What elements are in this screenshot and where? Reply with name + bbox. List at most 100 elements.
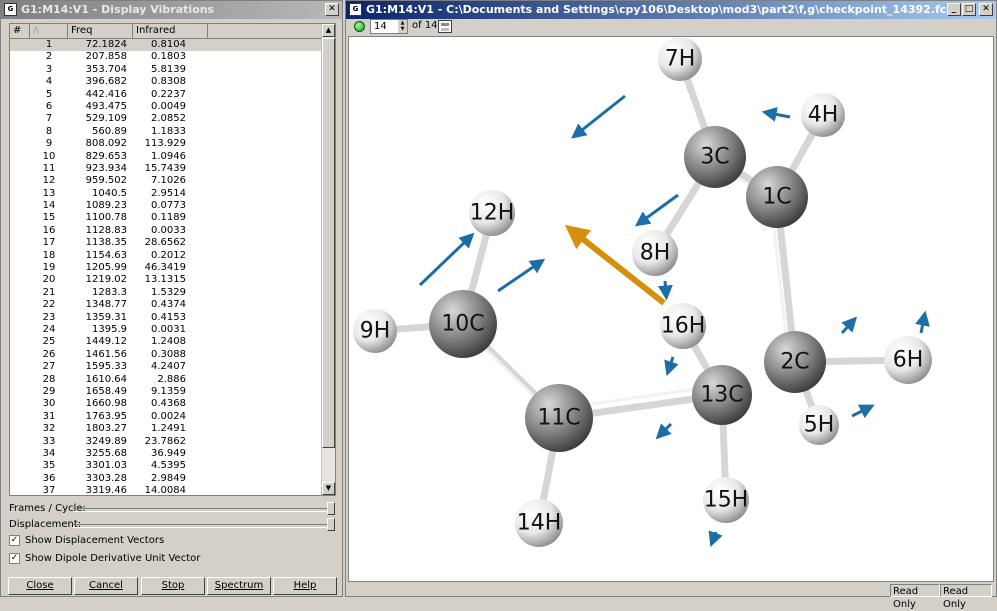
table-row[interactable]: 1 72.1824 0.8104 (10, 39, 335, 52)
table-row[interactable]: 3 353.704 5.8139 (10, 64, 335, 76)
table-row[interactable]: 30 1660.98 0.4368 (10, 398, 335, 410)
displacement-slider-track[interactable] (73, 524, 335, 528)
molecule-viewport[interactable]: 7H 4H 3C 1C 12H 8H 16H 9H 10C 2C 6H 13C 11C 5H 15H 14H (348, 36, 994, 582)
table-row[interactable]: 11 923.934 15.7439 (10, 163, 335, 175)
frequency-table[interactable]: # /\ Freq Infrared 1 72.1824 0.8104 2 207.85… (9, 23, 336, 496)
atom-14h[interactable]: 14H (515, 499, 563, 547)
table-row[interactable]: 14 1089.23 0.0773 (10, 200, 335, 212)
table-row[interactable]: 5 442.416 0.2237 (10, 89, 335, 101)
help-button[interactable]: Help (273, 577, 337, 595)
table-row[interactable]: 26 1461.56 0.3088 (10, 349, 335, 361)
table-header: # /\ Freq Infrared (10, 24, 335, 39)
row-marker (10, 101, 30, 113)
table-row[interactable]: 17 1138.35 28.6562 (10, 237, 335, 249)
table-row[interactable]: 32 1803.27 1.2491 (10, 423, 335, 435)
table-row[interactable]: 9 808.092 113.929 (10, 138, 335, 150)
table-row[interactable]: 28 1610.64 2.886 (10, 374, 335, 386)
table-row[interactable]: 35 3301.03 4.5395 (10, 460, 335, 472)
frame-list-icon[interactable] (438, 20, 452, 33)
table-row[interactable]: 25 1449.12 1.2408 (10, 336, 335, 348)
sort-arrow-icon[interactable]: /\ (30, 24, 68, 38)
atom-7h[interactable]: 7H (658, 37, 702, 81)
table-row[interactable]: 18 1154.63 0.2012 (10, 250, 335, 262)
row-infrared: 28.6562 (144, 237, 186, 249)
atom-8h[interactable]: 8H (632, 230, 678, 276)
table-row[interactable]: 8 560.89 1.1833 (10, 126, 335, 138)
scroll-thumb[interactable] (322, 38, 335, 448)
table-row[interactable]: 20 1219.02 13.1315 (10, 274, 335, 286)
atom-2c[interactable]: 2C (764, 331, 826, 393)
row-infrared: 0.4368 (151, 398, 186, 410)
table-row[interactable]: 24 1395.9 0.0031 (10, 324, 335, 336)
frame-spinner-icon[interactable]: ▲ ▼ (398, 20, 407, 33)
table-row[interactable]: 19 1205.99 46.3419 (10, 262, 335, 274)
table-row[interactable]: 7 529.109 2.0852 (10, 113, 335, 125)
frame-number-input[interactable]: 14 ▲ ▼ (370, 19, 408, 34)
table-row[interactable]: 33 3249.89 23.7862 (10, 436, 335, 448)
table-row[interactable]: 10 829.653 1.0946 (10, 151, 335, 163)
row-marker (10, 138, 30, 150)
checkbox-icon[interactable]: ✓ (9, 535, 20, 546)
spectrum-button[interactable]: Spectrum (207, 577, 271, 595)
stop-button[interactable]: Stop (141, 577, 205, 595)
maximize-icon[interactable]: □ (962, 3, 976, 16)
table-row[interactable]: 12 959.502 7.1026 (10, 175, 335, 187)
table-row[interactable]: 27 1595.33 4.2407 (10, 361, 335, 373)
frames-slider-track[interactable] (73, 508, 335, 512)
atom-12h[interactable]: 12H (469, 190, 515, 236)
table-row[interactable]: 31 1763.95 0.0024 (10, 411, 335, 423)
table-row[interactable]: 21 1283.3 1.5329 (10, 287, 335, 299)
molecule-canvas[interactable]: 7H 4H 3C 1C 12H 8H 16H 9H 10C 2C 6H 13C 11C 5H 15H 14H (349, 37, 994, 582)
table-row[interactable]: 13 1040.5 2.9514 (10, 188, 335, 200)
table-row[interactable]: 6 493.475 0.0049 (10, 101, 335, 113)
row-infrared: 0.1189 (151, 212, 186, 224)
table-row[interactable]: 16 1128.83 0.0033 (10, 225, 335, 237)
close-icon[interactable]: ✕ (979, 3, 993, 16)
atom-16h[interactable]: 16H (660, 303, 706, 349)
table-row[interactable]: 37 3319.46 14.0084 (10, 485, 335, 495)
table-row[interactable]: 4 396.682 0.8308 (10, 76, 335, 88)
atom-5h[interactable]: 5H (799, 405, 839, 445)
table-row[interactable]: 36 3303.28 2.9849 (10, 473, 335, 485)
table-row[interactable]: 22 1348.77 0.4374 (10, 299, 335, 311)
atom-4h[interactable]: 4H (801, 93, 845, 137)
row-index: 35 (42, 460, 56, 472)
atom-10c[interactable]: 10C (429, 290, 497, 358)
scroll-up-icon[interactable]: ▲ (322, 24, 335, 37)
cancel-button[interactable]: Cancel (74, 577, 138, 595)
atom-1c[interactable]: 1C (746, 166, 808, 228)
table-row[interactable]: 34 3255.68 36.949 (10, 448, 335, 460)
atom-6h[interactable]: 6H (884, 336, 932, 384)
row-infrared: 15.7439 (144, 162, 186, 174)
atom-3c[interactable]: 3C (684, 126, 746, 188)
atom-13c[interactable]: 13C (692, 365, 752, 425)
frames-slider[interactable] (327, 502, 335, 515)
displacement-slider[interactable] (327, 518, 335, 531)
checkbox-icon[interactable]: ✓ (9, 553, 20, 564)
atom-9h[interactable]: 9H (353, 309, 397, 353)
molecule-titlebar[interactable]: G G1:M14:V1 - C:\Documents and Settings\… (346, 1, 996, 19)
play-icon[interactable] (354, 21, 365, 32)
scroll-down-icon[interactable]: ▼ (322, 482, 335, 495)
close-icon[interactable]: ✕ (325, 3, 339, 16)
atom-15h[interactable]: 15H (703, 477, 749, 523)
minimize-icon[interactable]: _ (947, 3, 961, 16)
close-button[interactable]: Close (8, 577, 72, 595)
row-marker (10, 436, 30, 448)
atom-label: 14H (517, 511, 562, 536)
row-infrared: 0.2237 (151, 88, 186, 100)
atom-11c[interactable]: 11C (525, 384, 593, 452)
table-row[interactable]: 2 207.858 0.1803 (10, 51, 335, 63)
table-row[interactable]: 15 1100.78 0.1189 (10, 212, 335, 224)
col-hash[interactable]: # (10, 24, 30, 38)
table-row[interactable]: 23 1359.31 0.4153 (10, 312, 335, 324)
show-dipole-vector-checkbox[interactable]: ✓ Show Dipole Derivative Unit Vector (9, 553, 200, 564)
table-row[interactable]: 29 1658.49 9.1359 (10, 386, 335, 398)
vibrations-titlebar[interactable]: G G1:M14:V1 - Display Vibrations ✕ (1, 1, 342, 19)
displacement-label: Displacement: (9, 519, 82, 530)
show-displacement-vectors-checkbox[interactable]: ✓ Show Displacement Vectors (9, 535, 164, 546)
col-infrared[interactable]: Infrared (133, 24, 208, 38)
col-freq[interactable]: Freq (68, 24, 133, 38)
table-scrollbar[interactable]: ▲ ▼ (321, 24, 335, 495)
row-infrared: 0.0049 (151, 100, 186, 112)
